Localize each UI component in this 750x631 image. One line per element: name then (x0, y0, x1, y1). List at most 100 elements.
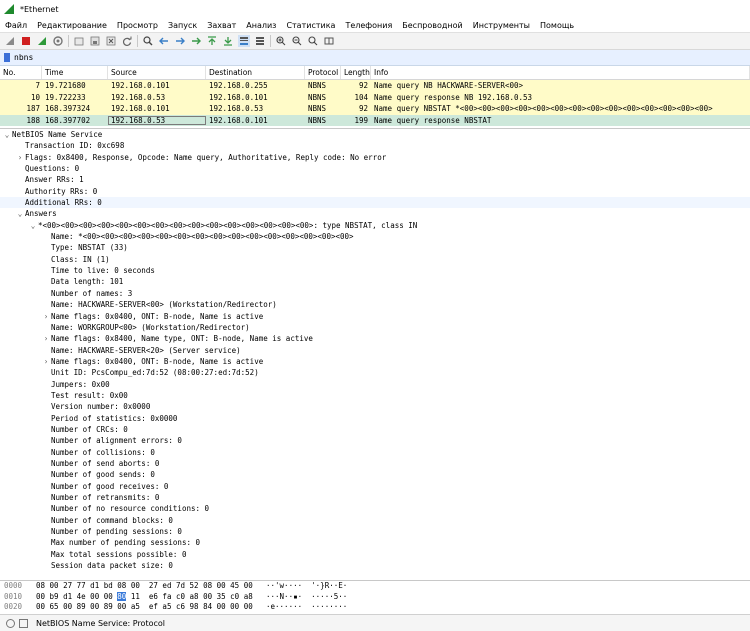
menu-edit[interactable]: Редактирование (32, 21, 112, 30)
detail-tree-item[interactable]: Session data packet size: 0 (0, 560, 750, 571)
detail-tree-item[interactable]: Jumpers: 0x00 (0, 379, 750, 390)
column-header-protocol[interactable]: Protocol (305, 66, 341, 79)
save-file-icon[interactable] (89, 35, 101, 47)
go-to-packet-icon[interactable] (190, 35, 202, 47)
open-file-icon[interactable] (73, 35, 85, 47)
column-header-info[interactable]: Info (371, 66, 750, 79)
detail-tree-label: Authority RRs: 0 (25, 186, 98, 196)
detail-tree-item[interactable]: Number of retransmits: 0 (0, 492, 750, 503)
restart-capture-icon[interactable] (36, 35, 48, 47)
detail-tree-item[interactable]: Max total sessions possible: 0 (0, 549, 750, 560)
detail-tree-item[interactable]: Number of collisions: 0 (0, 447, 750, 458)
packet-row[interactable]: 187 168.397324 192.168.0.101 192.168.0.5… (0, 103, 750, 115)
expand-chevron-down-icon[interactable]: ⌄ (28, 220, 38, 231)
detail-tree-item[interactable]: Name: *<00><00><00><00><00><00><00><00><… (0, 231, 750, 242)
packet-destination: 192.168.0.101 (209, 115, 268, 125)
detail-tree-item[interactable]: Number of command blocks: 0 (0, 515, 750, 526)
menu-go[interactable]: Запуск (163, 21, 202, 30)
expand-chevron-down-icon[interactable]: ⌄ (15, 208, 25, 219)
collapse-chevron-right-icon[interactable]: › (41, 311, 51, 322)
detail-tree-item[interactable]: Additional RRs: 0 (0, 197, 750, 209)
detail-tree-item[interactable]: Name: WORKGROUP<00> (Workstation/Redirec… (0, 322, 750, 333)
detail-tree-item[interactable]: Number of pending sessions: 0 (0, 526, 750, 537)
detail-tree-item[interactable]: Unit ID: PcsCompu_ed:7d:52 (08:00:27:ed:… (0, 367, 750, 378)
find-packet-icon[interactable] (142, 35, 154, 47)
detail-tree-item[interactable]: Authority RRs: 0 (0, 186, 750, 197)
autoscroll-icon[interactable] (238, 35, 250, 47)
menu-statistics[interactable]: Статистика (281, 21, 340, 30)
menu-analyze[interactable]: Анализ (241, 21, 281, 30)
zoom-out-icon[interactable] (291, 35, 303, 47)
start-capture-icon[interactable] (4, 35, 16, 47)
detail-tree-item[interactable]: Period of statistics: 0x0000 (0, 413, 750, 424)
hex-row[interactable]: 0020 00 65 00 89 00 89 00 a5 ef a5 c6 98 … (0, 602, 750, 613)
detail-tree-item[interactable]: ⌄ NetBIOS Name Service (0, 129, 750, 140)
detail-tree-item[interactable]: › Flags: 0x8400, Response, Opcode: Name q… (0, 152, 750, 163)
first-packet-icon[interactable] (206, 35, 218, 47)
column-header-time[interactable]: Time (42, 66, 108, 79)
detail-tree-item[interactable]: Data length: 101 (0, 276, 750, 287)
menu-view[interactable]: Просмотр (112, 21, 163, 30)
detail-tree-item[interactable]: › Name flags: 0x0400, ONT: B-node, Name i… (0, 356, 750, 367)
menu-wireless[interactable]: Беспроводной (397, 21, 467, 30)
zoom-normal-icon[interactable] (307, 35, 319, 47)
menu-capture[interactable]: Захват (202, 21, 241, 30)
detail-tree-item[interactable]: Number of good receives: 0 (0, 481, 750, 492)
detail-tree-item[interactable]: Number of no resource conditions: 0 (0, 503, 750, 514)
packet-row[interactable]: 10 19.722233 192.168.0.53 192.168.0.101 … (0, 91, 750, 103)
detail-tree-item[interactable]: Name: HACKWARE-SERVER<00> (Workstation/R… (0, 299, 750, 310)
colorize-icon[interactable] (254, 35, 266, 47)
display-filter-input[interactable] (14, 50, 714, 65)
capture-options-icon[interactable] (52, 35, 64, 47)
detail-tree-item[interactable]: Number of send aborts: 0 (0, 458, 750, 469)
detail-tree-item[interactable]: Class: IN (1) (0, 254, 750, 265)
collapse-chevron-right-icon[interactable]: › (15, 152, 25, 163)
hex-ascii: ·e······ ········ (266, 602, 348, 611)
expert-info-icon[interactable] (6, 618, 15, 628)
detail-tree-item[interactable]: Max number of pending sessions: 0 (0, 537, 750, 548)
detail-tree-item[interactable]: › Name flags: 0x8400, Name type, ONT: B-n… (0, 333, 750, 344)
packet-details-tree: ⌄ NetBIOS Name Service Transaction ID: 0xc… (0, 128, 750, 579)
packet-row[interactable]: 7 19.721680 192.168.0.101 192.168.0.255 … (0, 80, 750, 92)
detail-tree-item[interactable]: ⌄ Answers (0, 208, 750, 219)
column-header-no[interactable]: No. (0, 66, 42, 79)
detail-tree-item[interactable]: Number of CRCs: 0 (0, 424, 750, 435)
collapse-chevron-right-icon[interactable]: › (41, 356, 51, 367)
detail-tree-item[interactable]: Version number: 0x0000 (0, 401, 750, 412)
expand-chevron-down-icon[interactable]: ⌄ (2, 129, 12, 140)
detail-tree-item[interactable]: Number of good sends: 0 (0, 469, 750, 480)
menu-tools[interactable]: Инструменты (468, 21, 535, 30)
detail-tree-item[interactable]: › Name flags: 0x0400, ONT: B-node, Name i… (0, 311, 750, 322)
hex-row[interactable]: 0000 08 00 27 77 d1 bd 08 00 27 ed 7d 52 … (0, 581, 750, 592)
detail-tree-item[interactable]: Number of alignment errors: 0 (0, 435, 750, 446)
go-back-icon[interactable] (158, 35, 170, 47)
menu-help[interactable]: Помощь (535, 21, 579, 30)
collapse-chevron-right-icon[interactable]: › (41, 333, 51, 344)
packet-row-selected[interactable]: 188 168.397702 192.168.0.53 192.168.0.10… (0, 114, 750, 126)
detail-tree-item[interactable]: ⌄ *<00><00><00><00><00><00><00><00><00><0… (0, 220, 750, 231)
menu-telephony[interactable]: Телефония (340, 21, 397, 30)
column-header-length[interactable]: Length (341, 66, 371, 79)
reload-icon[interactable] (121, 35, 133, 47)
detail-tree-item[interactable]: Answer RRs: 1 (0, 174, 750, 185)
detail-tree-item[interactable]: Number of names: 3 (0, 288, 750, 299)
go-forward-icon[interactable] (174, 35, 186, 47)
detail-tree-item[interactable]: Name: HACKWARE-SERVER<20> (Server servic… (0, 345, 750, 356)
detail-tree-item[interactable]: Questions: 0 (0, 163, 750, 174)
detail-tree-item[interactable]: Time to live: 0 seconds (0, 265, 750, 276)
detail-tree-item[interactable]: Test result: 0x00 (0, 390, 750, 401)
detail-tree-item[interactable]: Type: NBSTAT (33) (0, 242, 750, 253)
column-header-source[interactable]: Source (108, 66, 206, 79)
menu-file[interactable]: Файл (0, 21, 32, 30)
zoom-in-icon[interactable] (275, 35, 287, 47)
hex-row[interactable]: 0010 00 b9 d1 4e 00 00 80 11 e6 fa c0 a8 … (0, 591, 750, 603)
capture-comment-icon[interactable] (19, 618, 28, 628)
stop-capture-icon[interactable] (20, 35, 32, 47)
detail-tree-item[interactable]: Transaction ID: 0xc698 (0, 140, 750, 151)
resize-columns-icon[interactable] (323, 35, 335, 47)
column-header-destination[interactable]: Destination (206, 66, 305, 79)
close-file-icon[interactable] (105, 35, 117, 47)
filter-bookmark-icon[interactable] (4, 53, 10, 62)
last-packet-icon[interactable] (222, 35, 234, 47)
packet-time: 168.397324 (45, 104, 91, 114)
